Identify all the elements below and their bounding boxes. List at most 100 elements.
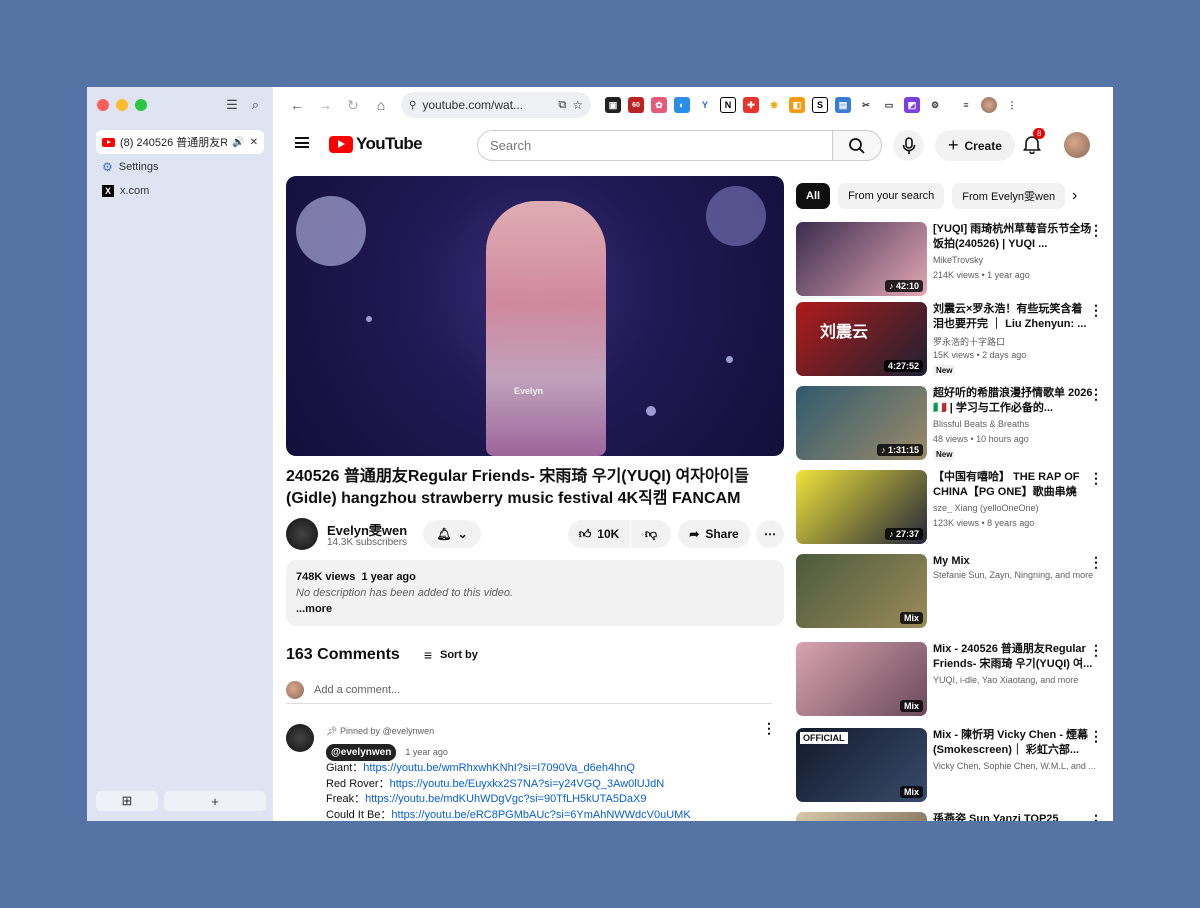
tab-active[interactable]: (8) 240526 普通朋友Re 🔊 ✕ bbox=[96, 130, 264, 154]
recommendation-channel[interactable]: Blissful Beats & Breaths bbox=[933, 419, 1098, 429]
search-input[interactable]: Search bbox=[477, 130, 833, 161]
comment-menu-icon[interactable]: ⋮ bbox=[762, 720, 776, 737]
video-thumbnail[interactable]: OFFICIAL Mix bbox=[796, 728, 927, 802]
recommendation-title[interactable]: 超好听的希腊浪漫抒情歌单 2026 🇮🇹 | 学习与工作必备的... bbox=[933, 386, 1093, 416]
show-more-link[interactable]: ...more bbox=[296, 601, 774, 617]
extension-icon[interactable]: ◐ bbox=[674, 97, 690, 113]
sidebar-item-x[interactable]: X x.com bbox=[102, 185, 149, 197]
notion-icon[interactable]: N bbox=[720, 97, 736, 113]
extension-icon[interactable]: ◩ bbox=[904, 97, 920, 113]
search-button[interactable] bbox=[832, 130, 882, 161]
youtube-logo[interactable]: YouTube bbox=[329, 134, 423, 154]
close-tab-icon[interactable]: ✕ bbox=[250, 137, 258, 148]
recommendation-menu-icon[interactable]: ⋮ bbox=[1089, 222, 1103, 239]
dislike-button[interactable]: 👎︎ bbox=[631, 520, 671, 548]
maximize-window-button[interactable] bbox=[135, 99, 147, 111]
extension-icon[interactable]: ▭ bbox=[881, 97, 897, 113]
video-player[interactable]: Evelyn bbox=[286, 176, 784, 456]
video-thumbnail[interactable]: ♪ 1:31:15 bbox=[796, 386, 927, 460]
extension-icon[interactable]: ▣ bbox=[605, 97, 621, 113]
extension-icon[interactable]: S bbox=[812, 97, 828, 113]
recommendation-item[interactable]: 孫燕姿 Sun Yanzi TOP25 ⋮ bbox=[796, 812, 1106, 821]
video-thumbnail[interactable]: 刘震云 4:27:52 bbox=[796, 302, 927, 376]
recommendation-item[interactable]: 刘震云 4:27:52 刘震云×罗永浩！有些玩笑含着泪也要开完 ｜ Liu Zhen… bbox=[796, 302, 1106, 378]
commenter-avatar[interactable] bbox=[286, 724, 314, 752]
subscription-notification-button[interactable]: 🔔︎ ⌄ bbox=[423, 520, 481, 548]
extension-icon[interactable]: ✚ bbox=[743, 97, 759, 113]
recommendation-channel[interactable]: YUQI, i-dle, Yao Xiaotang, and more bbox=[933, 675, 1098, 685]
extension-icon[interactable]: ▤ bbox=[835, 97, 851, 113]
close-window-button[interactable] bbox=[97, 99, 109, 111]
tab-search-icon[interactable]: ⌕ bbox=[252, 97, 259, 113]
video-thumbnail[interactable]: ♪ 27:37 bbox=[796, 470, 927, 544]
create-button[interactable]: + Create bbox=[935, 130, 1015, 161]
new-tab-button[interactable]: + bbox=[164, 791, 266, 811]
chip-all[interactable]: All bbox=[796, 183, 831, 209]
recommendation-item[interactable]: ♪ 42:10 [YUQI] 雨琦杭州草莓音乐节全场饭拍(240526) | YU… bbox=[796, 222, 1106, 298]
recommendation-title[interactable]: Mix - 陳忻玥 Vicky Chen - 煙幕 (Smokescreen)｜… bbox=[933, 728, 1093, 758]
recommendation-channel[interactable]: Stefanie Sun, Zayn, Ningning, and more bbox=[933, 570, 1098, 580]
recommendation-menu-icon[interactable]: ⋮ bbox=[1089, 470, 1103, 487]
reload-button[interactable]: ↻ bbox=[339, 97, 367, 114]
comment-author[interactable]: @evelynwen bbox=[326, 743, 397, 761]
chevron-right-icon[interactable]: › bbox=[1072, 187, 1077, 205]
description-box[interactable]: 748K views 1 year ago No description has… bbox=[286, 560, 784, 626]
extension-icon[interactable]: ◧ bbox=[789, 97, 805, 113]
recommendation-channel[interactable]: Vicky Chen, Sophie Chen, W.M.L, and ... bbox=[933, 761, 1098, 771]
home-button[interactable]: ⌂ bbox=[367, 97, 395, 113]
voice-search-button[interactable] bbox=[893, 130, 924, 161]
chip-from-channel[interactable]: From Evelyn雯wen bbox=[952, 183, 1066, 209]
recommendation-item[interactable]: Mix Mix - 240526 普通朋友Regular Friends- 宋雨琦… bbox=[796, 642, 1106, 718]
channel-avatar[interactable] bbox=[286, 518, 318, 550]
speaker-icon[interactable]: 🔊 bbox=[232, 137, 244, 148]
sidebar-toggle-icon[interactable]: ☰ bbox=[226, 97, 238, 113]
recommendation-menu-icon[interactable]: ⋮ bbox=[1089, 642, 1103, 659]
extension-icon[interactable]: Y bbox=[697, 97, 713, 113]
recommendation-title[interactable]: 孫燕姿 Sun Yanzi TOP25 bbox=[933, 812, 1093, 821]
recommendation-menu-icon[interactable]: ⋮ bbox=[1089, 728, 1103, 745]
comment-link[interactable]: https://youtu.be/mdKUhWDgVgc?si=90TfLH5k… bbox=[365, 793, 646, 805]
recommendation-title[interactable]: [YUQI] 雨琦杭州草莓音乐节全场饭拍(240526) | YUQI ... bbox=[933, 222, 1093, 252]
video-thumbnail[interactable]: ♪ 42:10 bbox=[796, 222, 927, 296]
profile-avatar-icon[interactable] bbox=[981, 97, 997, 113]
recommendation-item[interactable]: OFFICIAL Mix Mix - 陳忻玥 Vicky Chen - 煙幕 (Sm… bbox=[796, 728, 1106, 804]
account-avatar[interactable] bbox=[1064, 132, 1090, 158]
recommendation-channel[interactable]: MikeTrovsky bbox=[933, 255, 1098, 265]
chip-from-your-search[interactable]: From your search bbox=[838, 183, 945, 209]
recommendation-title[interactable]: 刘震云×罗永浩！有些玩笑含着泪也要开完 ｜ Liu Zhenyun: ... bbox=[933, 302, 1093, 332]
back-button[interactable]: ← bbox=[283, 97, 311, 113]
forward-button[interactable]: → bbox=[311, 97, 339, 113]
media-controls-icon[interactable]: ≡ bbox=[958, 97, 974, 113]
menu-kebab-icon[interactable]: ⋮ bbox=[1004, 97, 1020, 113]
comment-link[interactable]: https://youtu.be/Euyxkx2S7NA?si=y24VGQ_3… bbox=[390, 778, 665, 790]
recommendation-item[interactable]: ♪ 27:37 【中国有嘻哈】 THE RAP OF CHINA【PG ONE】歌… bbox=[796, 470, 1106, 546]
extension-icon[interactable]: ❀ bbox=[766, 97, 782, 113]
site-settings-icon[interactable]: ⚲ bbox=[409, 100, 416, 111]
recommendation-item[interactable]: Mix My Mix Stefanie Sun, Zayn, Ningning, a… bbox=[796, 554, 1106, 630]
sort-comments-button[interactable]: ≡ Sort by bbox=[424, 647, 478, 663]
calendar-extension-icon[interactable]: 60 bbox=[628, 97, 644, 113]
recommendation-channel[interactable]: sze_ Xiang (yelloOneOne) bbox=[933, 503, 1098, 513]
minimize-window-button[interactable] bbox=[116, 99, 128, 111]
recommendation-item[interactable]: ♪ 1:31:15 超好听的希腊浪漫抒情歌单 2026 🇮🇹 | 学习与工作必备的… bbox=[796, 386, 1106, 462]
comment-link[interactable]: https://youtu.be/eRC8PGMbAUc?si=6YmAhNWW… bbox=[391, 809, 690, 821]
recommendation-menu-icon[interactable]: ⋮ bbox=[1089, 302, 1103, 319]
video-thumbnail[interactable]: Mix bbox=[796, 554, 927, 628]
share-button[interactable]: ➦ Share bbox=[678, 520, 750, 548]
address-bar[interactable]: ⚲ youtube.com/wat... ⧉ ☆ bbox=[401, 92, 591, 118]
bookmark-star-icon[interactable]: ☆ bbox=[572, 98, 583, 112]
recommendation-menu-icon[interactable]: ⋮ bbox=[1089, 554, 1103, 571]
recommendation-channel[interactable]: 罗永浩的十字路口 bbox=[933, 335, 1098, 348]
hamburger-menu-icon[interactable] bbox=[295, 137, 309, 148]
like-button[interactable]: 👍︎ 10K bbox=[568, 520, 630, 548]
add-comment-input[interactable]: Add a comment... bbox=[286, 681, 772, 704]
recommendation-title[interactable]: Mix - 240526 普通朋友Regular Friends- 宋雨琦 우기… bbox=[933, 642, 1093, 672]
recommendation-menu-icon[interactable]: ⋮ bbox=[1089, 386, 1103, 403]
video-thumbnail[interactable]: Mix bbox=[796, 642, 927, 716]
install-app-icon[interactable]: ⧉ bbox=[558, 99, 566, 112]
recommendation-title[interactable]: 【中国有嘻哈】 THE RAP OF CHINA【PG ONE】歌曲串燒 bbox=[933, 470, 1093, 500]
comment-time[interactable]: 1 year ago bbox=[405, 747, 448, 757]
recommendation-title[interactable]: My Mix bbox=[933, 554, 1093, 569]
recommendation-menu-icon[interactable]: ⋮ bbox=[1089, 812, 1103, 821]
extension-icon[interactable]: ✿ bbox=[651, 97, 667, 113]
